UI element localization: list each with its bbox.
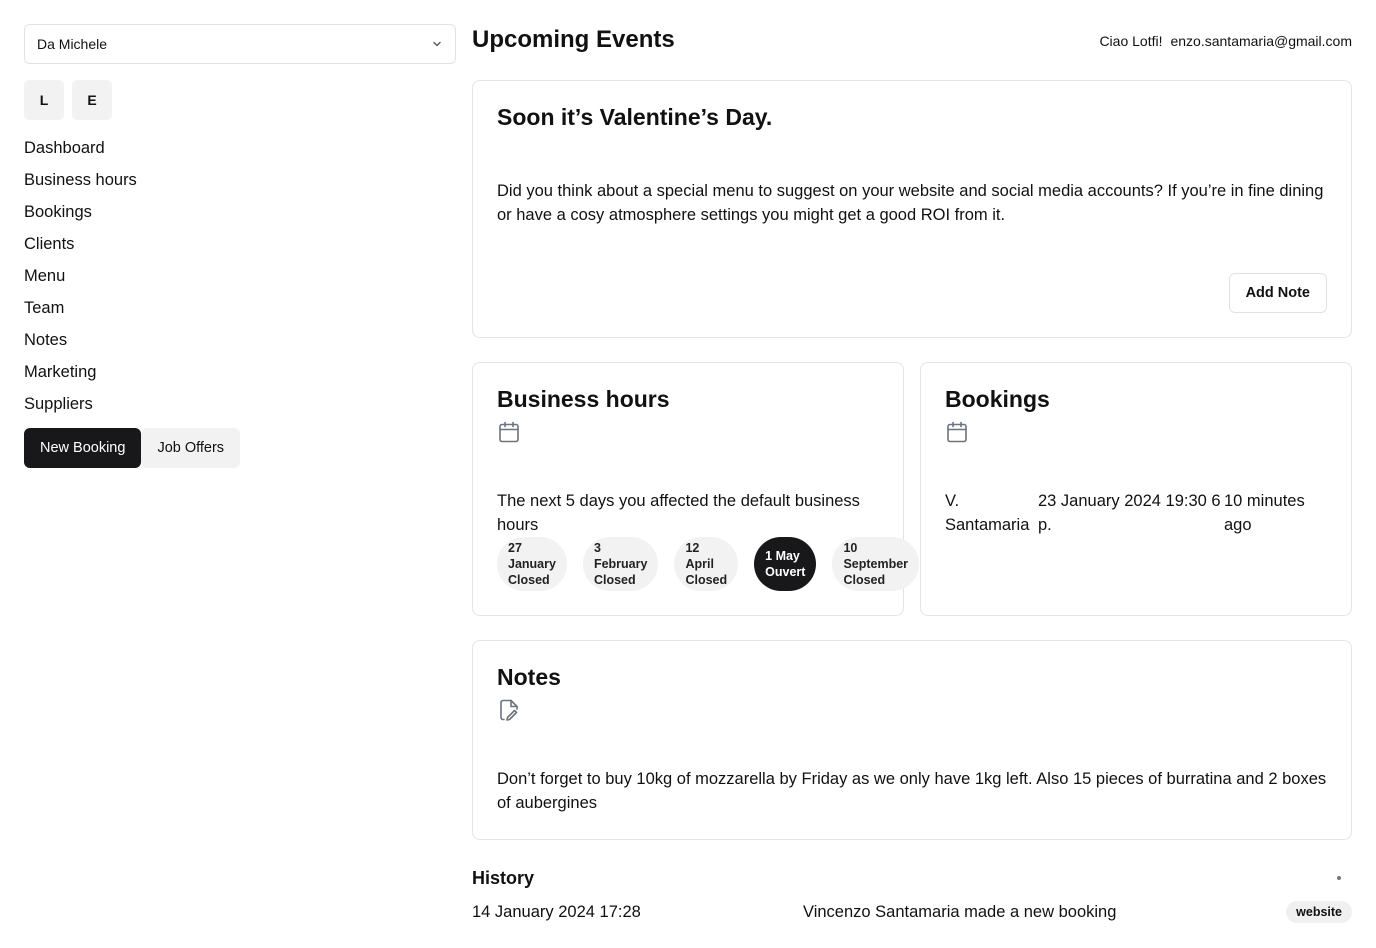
valentine-title: Soon it’s Valentine’s Day.	[497, 104, 773, 130]
business-hours-card: Business hours The next 5 days you affec…	[472, 362, 920, 616]
day-date: 27	[508, 541, 522, 555]
greeting: Ciao Lotfi!	[1099, 33, 1163, 49]
avatar-e[interactable]: E	[72, 80, 112, 120]
history-text: Vincenzo Santamaria made a new booking	[803, 903, 1117, 921]
source-badge: website	[1286, 901, 1352, 923]
business-hours-body: The next 5 days you affected the default…	[497, 492, 860, 534]
job-offers-button[interactable]: Job Offers	[141, 428, 241, 468]
booking-client: V. Santamaria	[945, 492, 1030, 534]
sidebar-item-clients[interactable]: Clients	[24, 232, 456, 264]
sidebar-nav: Dashboard Business hours Bookings Client…	[24, 136, 456, 424]
sidebar-item-dashboard[interactable]: Dashboard	[24, 136, 456, 168]
sidebar-item-business-hours[interactable]: Business hours	[24, 168, 456, 200]
user-info: Ciao Lotfi! enzo.santamaria@gmail.com	[1099, 32, 1352, 50]
sidebar-item-notes[interactable]: Notes	[24, 328, 456, 360]
history-dot	[1337, 876, 1341, 880]
day-month: January	[508, 557, 556, 571]
day-pill[interactable]: 10 September Closed	[832, 537, 920, 591]
day-month: April	[685, 557, 714, 571]
day-month: February	[593, 557, 648, 571]
booking-datetime: 23 January 2024 19:30 6 p.	[1038, 492, 1221, 534]
sidebar: Da Michele L E Dashboard Business hours …	[24, 24, 456, 468]
new-booking-button[interactable]: New Booking	[24, 428, 142, 468]
booking-created-ago: 10 minutes ago	[1224, 492, 1305, 534]
affected-days: 27 January Closed 3 February Closed 12 A…	[497, 537, 920, 591]
day-date: 12	[685, 541, 700, 555]
business-hours-title: Business hours	[497, 386, 670, 412]
valentine-card: Soon it’s Valentine’s Day. Did you think…	[472, 80, 1352, 338]
sidebar-item-marketing[interactable]: Marketing	[24, 360, 456, 392]
calendar-icon	[947, 421, 967, 443]
file-edit-icon	[500, 699, 518, 721]
day-pill-active[interactable]: 1 May Ouvert	[754, 537, 817, 591]
notes-card: Notes Don’t forget to buy 10kg of mozzar…	[472, 640, 1352, 840]
calendar-icon	[499, 421, 519, 443]
sidebar-actions: New Booking Job Offers	[24, 428, 456, 468]
day-date: 1 May	[765, 549, 800, 563]
sidebar-item-team[interactable]: Team	[24, 296, 456, 328]
add-note-button[interactable]: Add Note	[1228, 273, 1327, 313]
history-date: 14 January 2024 17:28	[472, 903, 641, 921]
day-status: Closed	[843, 573, 886, 587]
day-status: Ouvert	[765, 565, 806, 579]
page-title: Upcoming Events	[472, 26, 675, 53]
restaurant-select[interactable]: Da Michele	[24, 24, 456, 64]
day-status: Closed	[593, 573, 636, 587]
day-pill[interactable]: 3 February Closed	[582, 537, 659, 591]
chevron-down-icon	[433, 41, 441, 47]
notes-body: Don’t forget to buy 10kg of mozzarella b…	[497, 770, 1327, 812]
history-row[interactable]: 14 January 2024 17:28 Vincenzo Santamari…	[472, 900, 1352, 924]
day-date: 3	[593, 541, 601, 555]
day-date: 10	[843, 541, 858, 555]
day-status: Closed	[508, 573, 550, 587]
day-month: September	[843, 557, 909, 571]
notes-title: Notes	[497, 664, 561, 690]
bookings-card: Bookings V. Santamaria 23 January 2024 1…	[920, 362, 1352, 616]
day-pill[interactable]: 27 January Closed	[497, 537, 567, 591]
user-avatars: L E	[24, 80, 456, 120]
day-pill[interactable]: 12 April Closed	[674, 537, 739, 591]
user-email[interactable]: enzo.santamaria@gmail.com	[1170, 32, 1352, 50]
history-title: History	[472, 868, 535, 888]
sidebar-item-menu[interactable]: Menu	[24, 264, 456, 296]
day-status: Closed	[685, 573, 728, 587]
restaurant-select-value: Da Michele	[37, 36, 108, 52]
avatar-l[interactable]: L	[24, 80, 64, 120]
bookings-title: Bookings	[945, 386, 1050, 412]
valentine-body: Did you think about a special menu to su…	[497, 182, 1324, 224]
booking-row[interactable]: V. Santamaria 23 January 2024 19:30 6 p.…	[945, 489, 1327, 537]
sidebar-item-suppliers[interactable]: Suppliers	[24, 392, 456, 424]
sidebar-item-bookings[interactable]: Bookings	[24, 200, 456, 232]
